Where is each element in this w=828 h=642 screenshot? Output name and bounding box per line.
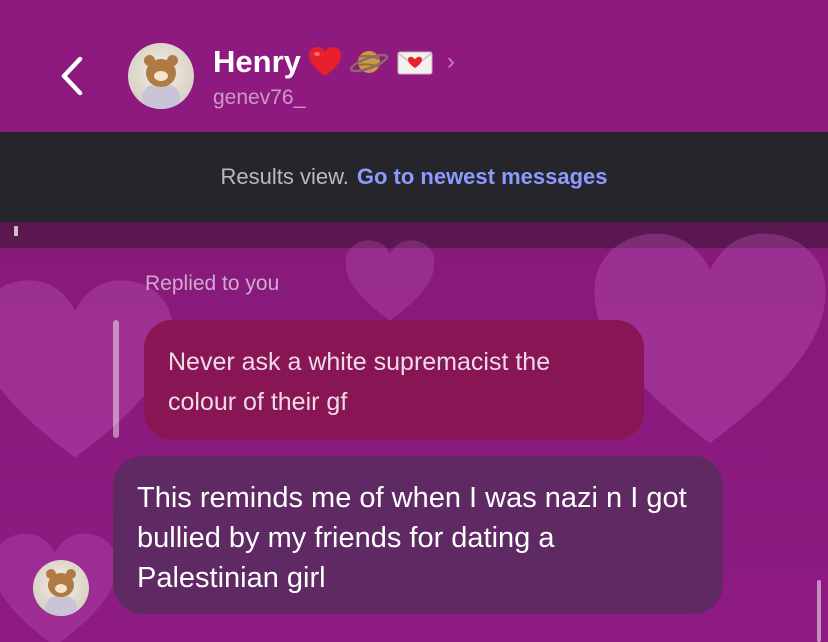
results-view-banner: Results view. Go to newest messages	[0, 132, 828, 222]
love-letter-icon	[397, 51, 433, 75]
chat-header: Henry › genev76_	[0, 0, 828, 132]
replied-to-you-label: Replied to you	[145, 272, 280, 295]
contact-name-row[interactable]: Henry ›	[213, 42, 455, 82]
reply-indicator-bar	[113, 320, 119, 438]
scrollbar[interactable]	[817, 580, 821, 642]
back-button[interactable]	[52, 52, 92, 100]
contact-avatar[interactable]	[128, 43, 194, 109]
contact-username: genev76_	[213, 86, 306, 109]
results-view-label: Results view.	[220, 164, 349, 189]
quoted-message-bubble[interactable]: Never ask a white supremacist the colour…	[144, 320, 644, 440]
contact-name: Henry	[213, 44, 301, 79]
message-thread[interactable]: Replied to you Never ask a white suprema…	[0, 222, 828, 642]
chevron-right-icon: ›	[446, 48, 455, 75]
message-bubble[interactable]: This reminds me of when I was nazi n I g…	[113, 456, 723, 614]
go-to-newest-link[interactable]: Go to newest messages	[357, 164, 608, 190]
sender-avatar[interactable]	[33, 560, 89, 616]
red-heart-icon	[308, 47, 341, 76]
strip-marker	[14, 226, 18, 236]
background-heart-icon	[345, 240, 435, 321]
ringed-planet-icon	[349, 51, 389, 73]
chevron-left-icon	[61, 56, 83, 96]
